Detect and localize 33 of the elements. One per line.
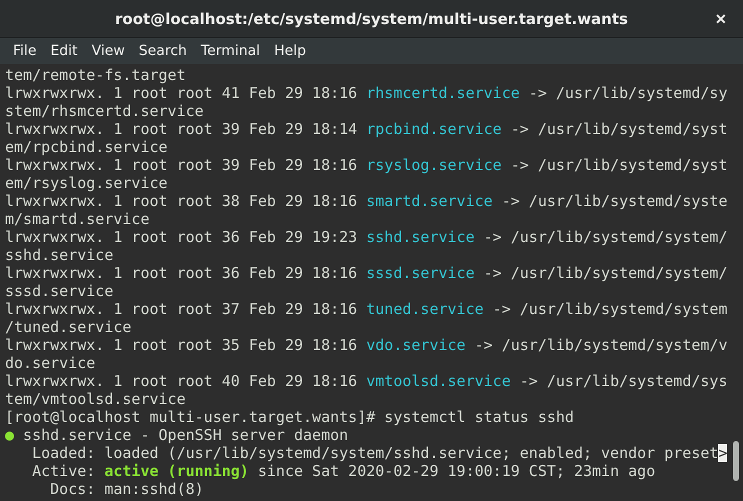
terminal-line: do.service — [5, 354, 96, 372]
window-title: root@localhost:/etc/systemd/system/multi-user.target.wants — [115, 10, 628, 28]
terminal-line: lrwxrwxrwx. 1 root root 35 Feb 29 18:16 vdo.service -> /usr/lib/systemd/system/v — [5, 336, 728, 354]
terminal-line: tem/vmtoolsd.service — [5, 390, 186, 408]
terminal-line: Active: active (running) since Sat 2020-02-29 19:00:19 CST; 23min ago — [31, 462, 656, 480]
menu-item[interactable]: Terminal — [194, 43, 268, 59]
terminal-line: lrwxrwxrwx. 1 root root 40 Feb 29 18:16 vmtoolsd.service -> /usr/lib/systemd/sys — [5, 372, 728, 390]
terminal-line: Loaded: loaded (/usr/lib/systemd/system/sshd.service; enabled; vendor preset> — [31, 444, 728, 462]
menu-item[interactable]: Edit — [43, 43, 85, 59]
terminal-line: lrwxrwxrwx. 1 root root 36 Feb 29 19:23 sshd.service -> /usr/lib/systemd/system/ — [5, 228, 728, 246]
terminal-line: [root@localhost multi-user.target.wants]# systemctl status sshd — [5, 408, 574, 426]
menu-item[interactable]: View — [84, 43, 132, 59]
terminal-line: lrwxrwxrwx. 1 root root 41 Feb 29 18:16 rhsmcertd.service -> /usr/lib/systemd/sy — [5, 84, 728, 102]
terminal-line: em/rsyslog.service — [5, 174, 168, 192]
menu-item[interactable]: File — [6, 43, 44, 59]
terminal-line: lrwxrwxrwx. 1 root root 37 Feb 29 18:16 tuned.service -> /usr/lib/systemd/system — [5, 300, 728, 318]
close-button[interactable]: ✕ — [711, 9, 731, 29]
menu-item[interactable]: Search — [132, 43, 194, 59]
terminal-line: sssd.service — [5, 282, 114, 300]
terminal-line: lrwxrwxrwx. 1 root root 39 Feb 29 18:16 rsyslog.service -> /usr/lib/systemd/syst — [5, 156, 728, 174]
terminal-line: em/rpcbind.service — [5, 138, 168, 156]
terminal-line: ● sshd.service - OpenSSH server daemon — [5, 426, 348, 444]
terminal-line: m/smartd.service — [5, 210, 150, 228]
terminal-line: tem/remote-fs.target — [5, 66, 186, 84]
terminal-line: sshd.service — [5, 246, 114, 264]
scrollbar-thumb[interactable] — [733, 441, 739, 481]
terminal-line: lrwxrwxrwx. 1 root root 38 Feb 29 18:16 smartd.service -> /usr/lib/systemd/syste — [5, 192, 728, 210]
terminal-line: /tuned.service — [5, 318, 132, 336]
terminal-line: stem/rhsmcertd.service — [5, 102, 204, 120]
terminal-line: lrwxrwxrwx. 1 root root 36 Feb 29 18:16 sssd.service -> /usr/lib/systemd/system/ — [5, 264, 728, 282]
menu-item[interactable]: Help — [267, 43, 313, 59]
terminal-line: lrwxrwxrwx. 1 root root 39 Feb 29 18:14 rpcbind.service -> /usr/lib/systemd/syst — [5, 120, 728, 138]
terminal-line: Docs: man:sshd(8) — [49, 480, 204, 498]
